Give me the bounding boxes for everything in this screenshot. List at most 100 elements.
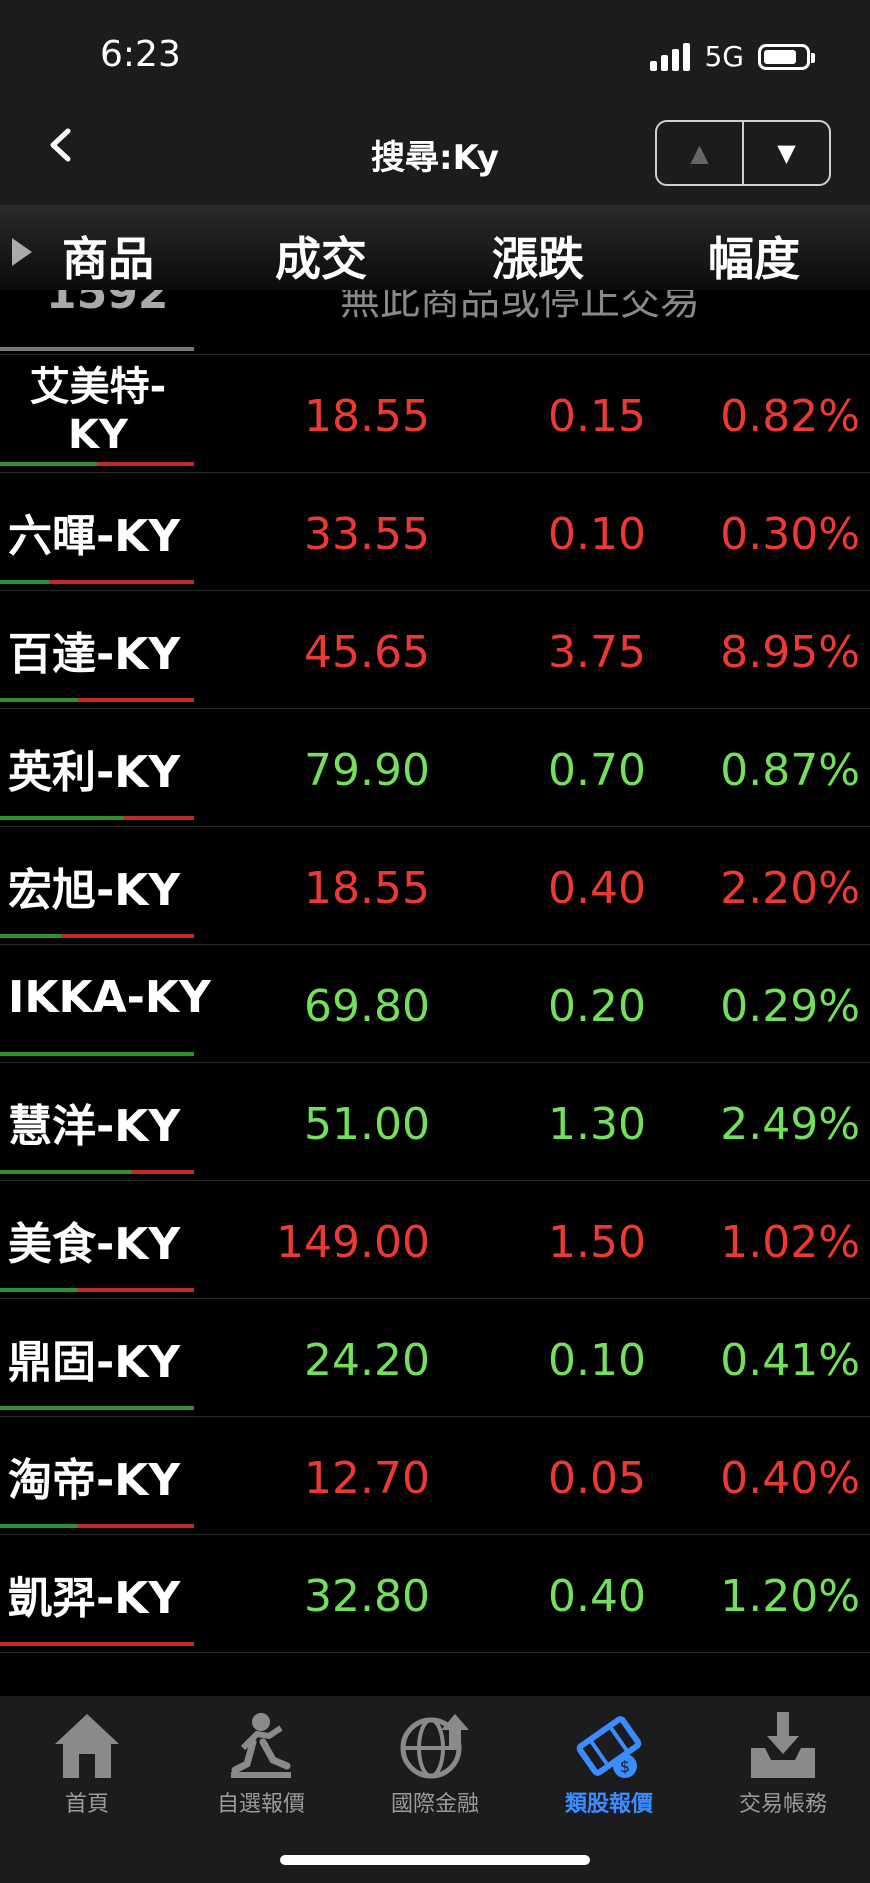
partial-row-code: 1592 [46, 290, 169, 319]
stock-name: 鼎固-KY [8, 1337, 181, 1388]
partial-row[interactable]: 1592 無此商品或停止交易 [0, 290, 870, 355]
bid-ask-bar-red [131, 1170, 194, 1174]
stock-change: 0.15 [548, 391, 646, 442]
previous-button[interactable]: ▲ [657, 122, 744, 184]
home-indicator[interactable] [280, 1855, 590, 1865]
table-row[interactable]: 艾美特-KY 18.55 0.15 0.82% [0, 355, 870, 473]
tab-watchlist[interactable]: 自選報價 [174, 1708, 348, 1818]
bid-ask-bar [0, 1170, 194, 1174]
tab-sector-quotes[interactable]: $ 類股報價 [522, 1708, 696, 1818]
bid-ask-bar [0, 1524, 194, 1528]
top-bar: 6:23 5G 搜尋:Ky ▲ ▼ [0, 0, 870, 205]
stock-price: 149.00 [276, 1217, 430, 1268]
stock-name: 凱羿-KY [8, 1573, 181, 1624]
column-percent[interactable]: 幅度 [708, 223, 800, 289]
stock-name: 英利-KY [8, 747, 181, 798]
bid-ask-bar-green [0, 1170, 132, 1174]
table-row[interactable]: 凱羿-KY 32.80 0.40 1.20% [0, 1535, 870, 1653]
tab-international-label: 國際金融 [390, 1792, 479, 1817]
stock-price: 24.20 [304, 1335, 430, 1386]
stock-change: 0.70 [548, 745, 646, 796]
stock-price: 32.80 [304, 1571, 430, 1622]
stock-name: 六暉-KY [8, 511, 181, 562]
bid-ask-bar [0, 698, 194, 702]
expand-triangle-icon[interactable] [12, 238, 32, 266]
partial-row-bar [0, 347, 194, 351]
download-tray-icon [751, 1712, 815, 1778]
bid-ask-bar-red [124, 816, 194, 820]
stock-change: 0.10 [548, 1335, 646, 1386]
bid-ask-bar [0, 934, 194, 938]
next-button[interactable]: ▼ [744, 122, 829, 184]
tab-trading[interactable]: 交易帳務 [696, 1708, 870, 1818]
stock-percent: 2.49% [720, 1099, 860, 1150]
column-product[interactable]: 商品 [62, 223, 154, 289]
stock-name: 慧洋-KY [8, 1101, 181, 1152]
table-row[interactable]: IKKA-KY 69.80 0.20 0.29% [0, 945, 870, 1063]
bid-ask-bar-green [0, 934, 63, 938]
table-row[interactable]: 宏旭-KY 18.55 0.40 2.20% [0, 827, 870, 945]
house-icon [55, 1714, 119, 1778]
table-row[interactable]: 百達-KY 45.65 3.75 8.95% [0, 591, 870, 709]
bid-ask-bar-green [0, 1406, 194, 1410]
stock-change: 1.50 [548, 1217, 646, 1268]
table-row[interactable]: 淘帝-KY 12.70 0.05 0.40% [0, 1417, 870, 1535]
person-chart-icon [231, 1713, 291, 1778]
stock-percent: 0.41% [720, 1335, 860, 1386]
bid-ask-bar [0, 462, 194, 466]
stock-change: 3.75 [548, 627, 646, 678]
table-row[interactable]: 美食-KY 149.00 1.50 1.02% [0, 1181, 870, 1299]
partial-row-message: 無此商品或停止交易 [340, 290, 700, 324]
bid-ask-bar-green [0, 698, 78, 702]
bid-ask-bar [0, 816, 194, 820]
table-row[interactable]: 慧洋-KY 51.00 1.30 2.49% [0, 1063, 870, 1181]
tab-international[interactable]: 國際金融 [348, 1708, 522, 1818]
stock-change: 0.40 [548, 863, 646, 914]
stock-percent: 0.30% [720, 509, 860, 560]
stock-percent: 1.20% [720, 1571, 860, 1622]
column-header: 商品 成交 漲跌 幅度 [0, 205, 870, 290]
stock-price: 33.55 [304, 509, 430, 560]
stock-price: 18.55 [304, 863, 430, 914]
bid-ask-bar [0, 1406, 194, 1410]
stock-percent: 0.40% [720, 1453, 860, 1504]
stock-list: 艾美特-KY 18.55 0.15 0.82% 六暉-KY 33.55 0.10 0.30% 百… [0, 355, 870, 1653]
stock-price: 69.80 [304, 981, 430, 1032]
tab-sector-quotes-label: 類股報價 [564, 1792, 653, 1817]
bid-ask-bar-red [77, 1288, 194, 1292]
stock-name: 艾美特-KY [29, 364, 167, 458]
signal-icon [650, 42, 691, 71]
bid-ask-bar-green [0, 1288, 78, 1292]
column-price[interactable]: 成交 [275, 223, 367, 289]
bid-ask-bar-red [77, 1524, 194, 1528]
stock-name: 美食-KY [8, 1219, 181, 1270]
status-indicators: 5G [650, 40, 815, 73]
stock-price: 12.70 [304, 1453, 430, 1504]
svg-text:$: $ [620, 1757, 630, 1776]
globe-icon [400, 1714, 469, 1779]
stock-price: 51.00 [304, 1099, 430, 1150]
stock-name: 淘帝-KY [8, 1455, 181, 1506]
bid-ask-bar-red [0, 1642, 194, 1646]
bid-ask-bar [0, 1052, 194, 1056]
tab-watchlist-label: 自選報價 [216, 1792, 305, 1817]
bid-ask-bar-red [48, 580, 194, 584]
bid-ask-bar [0, 1642, 194, 1646]
bid-ask-bar-red [62, 934, 194, 938]
stock-percent: 2.20% [720, 863, 860, 914]
table-row[interactable]: 六暉-KY 33.55 0.10 0.30% [0, 473, 870, 591]
column-change[interactable]: 漲跌 [492, 223, 584, 289]
bid-ask-bar-green [0, 580, 49, 584]
bid-ask-bar-green [0, 816, 125, 820]
bid-ask-bar [0, 580, 194, 584]
table-row[interactable]: 英利-KY 79.90 0.70 0.87% [0, 709, 870, 827]
stock-percent: 1.02% [720, 1217, 860, 1268]
stock-change: 0.05 [548, 1453, 646, 1504]
tab-home[interactable]: 首頁 [0, 1708, 174, 1818]
bid-ask-bar-red [77, 698, 194, 702]
stock-price: 18.55 [304, 391, 430, 442]
bid-ask-bar [0, 1288, 194, 1292]
table-row[interactable]: 鼎固-KY 24.20 0.10 0.41% [0, 1299, 870, 1417]
battery-icon [758, 43, 815, 70]
stock-price: 45.65 [304, 627, 430, 678]
